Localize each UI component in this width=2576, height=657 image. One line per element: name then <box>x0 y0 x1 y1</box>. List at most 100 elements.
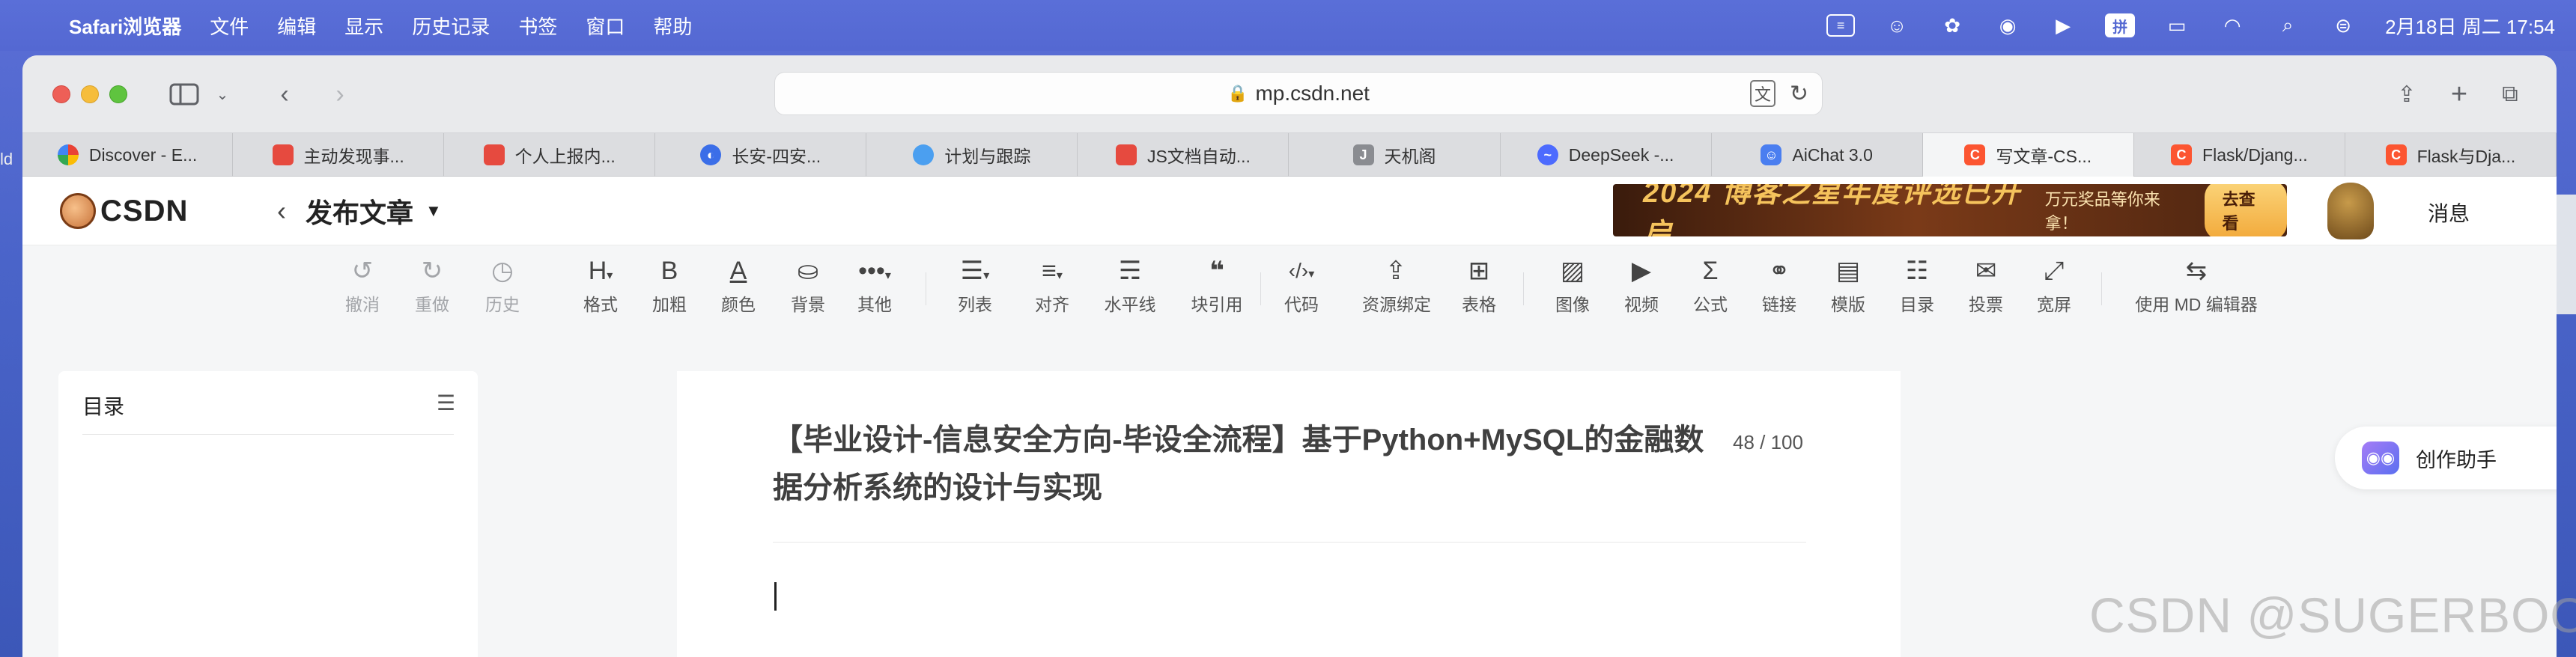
writing-assistant-button[interactable]: ◉◉ 创作助手 <box>2335 427 2557 489</box>
undo-button[interactable]: ↺ 撤消 <box>332 254 392 316</box>
input-method-icon[interactable]: 拼 <box>2105 13 2136 37</box>
tab-flask-django-2[interactable]: C Flask与Dja... <box>2345 133 2557 177</box>
wechat-icon[interactable]: ◉ <box>1994 12 2021 39</box>
switch-arrows-icon: ⇆ <box>2185 257 2208 285</box>
reload-icon[interactable]: ↻ <box>1790 81 1808 107</box>
code-button[interactable]: ‹/›▾ 代码 <box>1272 254 1331 316</box>
banner-subtitle: 万元奖品等你来拿！ <box>2044 190 2160 233</box>
tab-changan[interactable]: ◐ 长安-四安... <box>655 133 867 177</box>
template-icon: ▤ <box>1835 257 1861 285</box>
bold-icon: B <box>660 257 678 285</box>
align-button[interactable]: ≡▾ 对齐 <box>1022 254 1082 316</box>
banner-view-button[interactable]: 去查看 <box>2204 184 2287 236</box>
menu-safari[interactable]: Safari浏览器 <box>69 12 181 40</box>
address-bar[interactable]: 🔒 mp.csdn.net 文 ↻ <box>774 72 1823 115</box>
redo-icon: ↻ <box>421 257 443 285</box>
csdn-favicon-icon: C <box>1964 144 1986 165</box>
blog-star-banner[interactable]: 2024 博客之星年度评选已开启 万元奖品等你来拿！ 去查看 <box>1613 184 2287 236</box>
mascot-app-icon[interactable]: ☺ <box>1883 12 1910 39</box>
table-button[interactable]: ⊞ 表格 <box>1449 254 1509 316</box>
formula-button[interactable]: Σ 公式 <box>1680 254 1740 316</box>
play-icon[interactable]: ▶ <box>2050 12 2077 39</box>
menu-view[interactable]: 显示 <box>344 12 383 40</box>
back-chevron-icon[interactable]: ‹ <box>277 195 286 227</box>
more-icon: •••▾ <box>858 257 891 285</box>
other-button[interactable]: •••▾ 其他 <box>845 254 905 316</box>
messages-link[interactable]: 消息 <box>2428 198 2470 227</box>
caret-down-icon[interactable]: ▼ <box>425 201 442 221</box>
battery-icon[interactable]: ▭ <box>2163 12 2190 39</box>
redo-button[interactable]: ↻ 重做 <box>402 254 462 316</box>
tab-active-discovery[interactable]: 主动发现事... <box>233 133 445 177</box>
title-char-count: 48 / 100 <box>1733 431 1803 453</box>
link-button[interactable]: ⚭ 链接 <box>1749 254 1809 316</box>
minimize-window-button[interactable] <box>81 85 99 103</box>
forward-icon[interactable]: › <box>323 76 356 112</box>
zoom-window-button[interactable] <box>109 85 127 103</box>
menu-edit[interactable]: 编辑 <box>277 12 316 40</box>
list-button[interactable]: ☰▾ 列表 <box>945 254 1005 316</box>
color-button[interactable]: A 颜色 <box>708 254 768 316</box>
history-icon: ◷ <box>491 257 514 285</box>
sync-app-icon[interactable]: ✿ <box>1939 12 1966 39</box>
template-button[interactable]: ▤ 模版 <box>1818 254 1878 316</box>
tab-deepseek[interactable]: ~ DeepSeek -... <box>1501 133 1712 177</box>
close-window-button[interactable] <box>52 85 70 103</box>
wifi-icon[interactable]: ◠ <box>2219 12 2246 39</box>
format-button[interactable]: H▾ 格式 <box>571 254 631 316</box>
back-icon[interactable]: ‹ <box>268 76 301 112</box>
menu-file[interactable]: 文件 <box>210 12 249 40</box>
tab-write-article[interactable]: C 写文章-CS... <box>1922 133 2134 177</box>
compass-favicon-icon: ◐ <box>700 144 722 165</box>
notes-icon[interactable]: ≡ <box>1826 14 1856 37</box>
csdn-logo[interactable]: CSDN <box>60 193 188 229</box>
chevron-down-icon[interactable]: ⌄ <box>211 76 234 112</box>
menubar-clock[interactable]: 2月18日 周二 17:54 <box>2385 12 2555 40</box>
menu-history[interactable]: 历史记录 <box>412 12 490 40</box>
quote-icon: ❝ <box>1209 257 1224 285</box>
bookmark-favicon-icon <box>1115 144 1137 165</box>
tab-js-docs[interactable]: JS文档自动... <box>1078 133 1289 177</box>
toc-button[interactable]: ☷ 目录 <box>1887 254 1947 316</box>
menu-help[interactable]: 帮助 <box>653 12 692 40</box>
tab-bar: Discover - E... 主动发现事... 个人上报内... ◐ 长安-四安… <box>22 133 2557 177</box>
csdn-favicon-icon: C <box>2171 144 2193 165</box>
toolbar-divider <box>1523 272 1524 305</box>
widescreen-button[interactable]: ⤢ 宽屏 <box>2024 254 2084 316</box>
horizontal-rule-button[interactable]: ☴ 水平线 <box>1100 254 1160 316</box>
toc-collapse-icon[interactable]: ☰ <box>437 391 455 415</box>
tab-plan-tracking[interactable]: 计划与跟踪 <box>866 133 1078 177</box>
background-button[interactable]: ⛀ 背景 <box>778 254 838 316</box>
tab-tianjige[interactable]: J 天机阁 <box>1289 133 1501 177</box>
deepseek-favicon-icon: ~ <box>1537 144 1558 165</box>
tab-discover[interactable]: Discover - E... <box>22 133 234 177</box>
tab-flask-django-1[interactable]: C Flask/Djang... <box>2134 133 2345 177</box>
blockquote-button[interactable]: ❝ 块引用 <box>1187 254 1247 316</box>
translate-icon[interactable]: 文 <box>1749 80 1775 107</box>
spotlight-search-icon[interactable]: ⌕ <box>2274 12 2301 39</box>
vote-button[interactable]: ✉ 投票 <box>1956 254 2016 316</box>
video-icon: ▶ <box>1631 257 1652 285</box>
toolbar-divider <box>1260 272 1261 305</box>
md-editor-button[interactable]: ⇆ 使用 MD 编辑器 <box>2125 254 2267 316</box>
tab-aichat[interactable]: ☺ AiChat 3.0 <box>1712 133 1923 177</box>
tab-overview-icon[interactable]: ⧉ <box>2494 76 2527 112</box>
menu-bookmarks[interactable]: 书签 <box>518 12 557 40</box>
horizontal-rule-icon: ☴ <box>1118 257 1142 285</box>
table-icon: ⊞ <box>1468 257 1490 285</box>
history-button[interactable]: ◷ 历史 <box>473 254 532 316</box>
article-title-input[interactable]: 【毕业设计-信息安全方向-毕设全流程】基于Python+MySQL的金融数据分析… <box>773 416 1716 512</box>
tab-personal-report[interactable]: 个人上报内... <box>444 133 656 177</box>
image-button[interactable]: ▨ 图像 <box>1543 254 1603 316</box>
resource-binding-button[interactable]: ⇪ 资源绑定 <box>1362 254 1431 316</box>
ballot-icon: ✉ <box>1975 257 1997 285</box>
new-tab-icon[interactable]: + <box>2443 76 2476 112</box>
bold-button[interactable]: B 加粗 <box>640 254 699 316</box>
control-center-icon[interactable]: ⊜ <box>2330 12 2357 39</box>
video-button[interactable]: ▶ 视频 <box>1611 254 1671 316</box>
url-text: mp.csdn.net <box>1255 82 1370 105</box>
sidebar-toggle-icon[interactable] <box>165 76 204 112</box>
menu-window[interactable]: 窗口 <box>586 12 625 40</box>
share-icon[interactable]: ⇪ <box>2390 76 2423 112</box>
avatar[interactable] <box>2327 183 2374 239</box>
